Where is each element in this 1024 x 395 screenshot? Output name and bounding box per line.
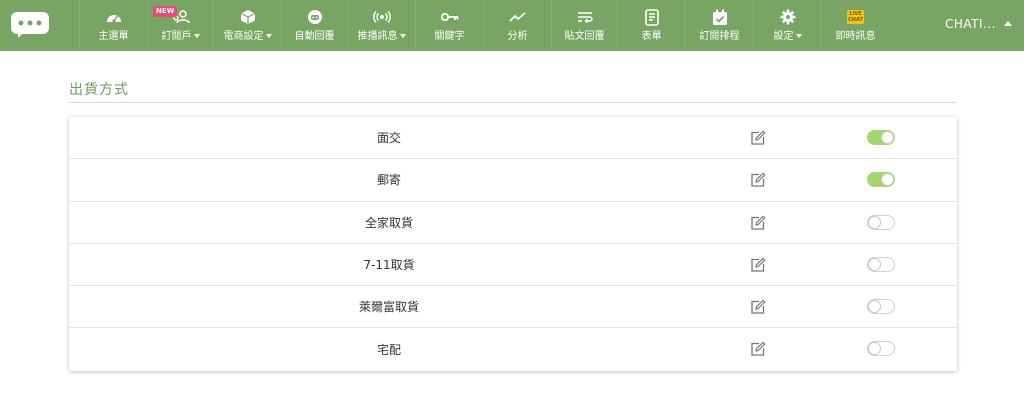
nav-post-reply[interactable]: 貼文回覆 xyxy=(551,0,617,51)
nav-auto-reply[interactable]: 自動回覆 xyxy=(281,0,347,51)
enable-toggle[interactable] xyxy=(867,130,895,145)
nav-forms[interactable]: 表單 xyxy=(617,0,685,51)
nav-label: 表單 xyxy=(641,31,662,42)
shipping-method-row: 全家取貨 xyxy=(69,202,957,244)
shipping-method-row: 萊爾富取貨 xyxy=(69,286,957,329)
nav-label: 自動回覆 xyxy=(294,31,335,42)
nav-label: 訂閱排程 xyxy=(699,31,740,42)
nav-live-chat[interactable]: LIVE CHAT 即時訊息 xyxy=(821,0,889,51)
chart-line-icon xyxy=(508,12,526,22)
nav-label: 分析 xyxy=(507,31,528,42)
toggle-knob xyxy=(881,173,894,187)
key-icon xyxy=(440,12,458,22)
shipping-method-name: 萊爾富取貨 xyxy=(358,300,419,315)
nav-label: 貼文回覆 xyxy=(564,31,605,42)
nav-keywords[interactable]: 關鍵字 xyxy=(415,0,483,51)
shipping-method-name: 全家取貨 xyxy=(364,215,413,230)
dashboard-icon xyxy=(106,15,121,23)
nav-analytics[interactable]: 分析 xyxy=(483,0,551,51)
edit-icon[interactable] xyxy=(750,299,766,315)
shipping-method-row: 面交 xyxy=(69,117,957,160)
gear-icon xyxy=(780,9,795,25)
shipping-method-name: 面交 xyxy=(376,131,401,146)
toggle-knob xyxy=(881,131,894,144)
live-chat-icon: LIVE CHAT xyxy=(847,10,864,24)
nav-main-menu[interactable]: 主選單 xyxy=(79,0,147,51)
edit-icon[interactable] xyxy=(750,215,766,231)
form-icon xyxy=(644,8,659,26)
enable-toggle[interactable] xyxy=(867,256,895,272)
toggle-knob xyxy=(868,257,881,271)
edit-icon[interactable] xyxy=(750,130,766,146)
robot-icon xyxy=(307,10,322,24)
nav-label: 訂閱戶 xyxy=(161,31,192,42)
nav-label: 主選單 xyxy=(98,31,129,42)
logo-icon[interactable] xyxy=(10,9,50,39)
enable-toggle[interactable] xyxy=(867,299,895,315)
nav-subscription-schedule[interactable]: 訂閱排程 xyxy=(685,0,753,51)
shipping-method-row: 郵寄 xyxy=(69,159,957,202)
chevron-up-icon xyxy=(1004,21,1012,26)
enable-toggle[interactable] xyxy=(867,341,895,357)
nav-label: 設定 xyxy=(773,31,794,42)
toggle-knob xyxy=(868,300,881,314)
enable-toggle[interactable] xyxy=(867,172,895,188)
package-icon xyxy=(240,10,255,24)
toggle-knob xyxy=(868,215,881,229)
chevron-down-icon xyxy=(795,34,802,38)
user-menu[interactable]: CHATI... xyxy=(945,17,1012,31)
nav-settings[interactable]: 設定 xyxy=(753,0,821,51)
shipping-methods-table: 面交郵寄全家取貨 7-11取貨 萊爾富取貨宅配 xyxy=(69,117,957,371)
shipping-method-row: 7-11取貨 xyxy=(69,244,957,287)
toggle-knob xyxy=(868,342,881,356)
nav-label: 電商設定 xyxy=(223,31,264,42)
edit-icon[interactable] xyxy=(750,172,766,188)
shipping-method-name: 郵寄 xyxy=(376,173,401,188)
section-title: 出貨方式 xyxy=(69,82,129,98)
broadcast-icon xyxy=(372,11,391,23)
shipping-method-name: 7-11取貨 xyxy=(363,258,415,273)
reply-icon xyxy=(577,12,593,23)
chevron-down-icon xyxy=(265,34,272,38)
calendar-check-icon xyxy=(712,9,727,25)
chevron-down-icon xyxy=(399,34,406,38)
nav-broadcast[interactable]: 推播訊息 xyxy=(347,0,415,51)
section-divider xyxy=(69,102,957,103)
new-badge: NEW xyxy=(153,6,178,17)
edit-icon[interactable] xyxy=(750,257,766,273)
nav-label: 即時訊息 xyxy=(835,31,876,42)
shipping-method-row: 宅配 xyxy=(69,328,957,370)
enable-toggle[interactable] xyxy=(867,214,895,230)
chevron-down-icon xyxy=(193,34,200,38)
nav-ecommerce-settings[interactable]: 電商設定 xyxy=(213,0,281,51)
user-name: CHATI... xyxy=(945,17,996,31)
nav-label: 關鍵字 xyxy=(434,31,465,42)
nav-label: 推播訊息 xyxy=(357,31,398,42)
edit-icon[interactable] xyxy=(750,341,766,357)
shipping-method-name: 宅配 xyxy=(376,343,401,358)
top-navbar: 主選單 訂閱戶 NEW 電商設定 自動回覆 推播訊息 關鍵字 分析 貼文回覆 表… xyxy=(0,0,1024,51)
